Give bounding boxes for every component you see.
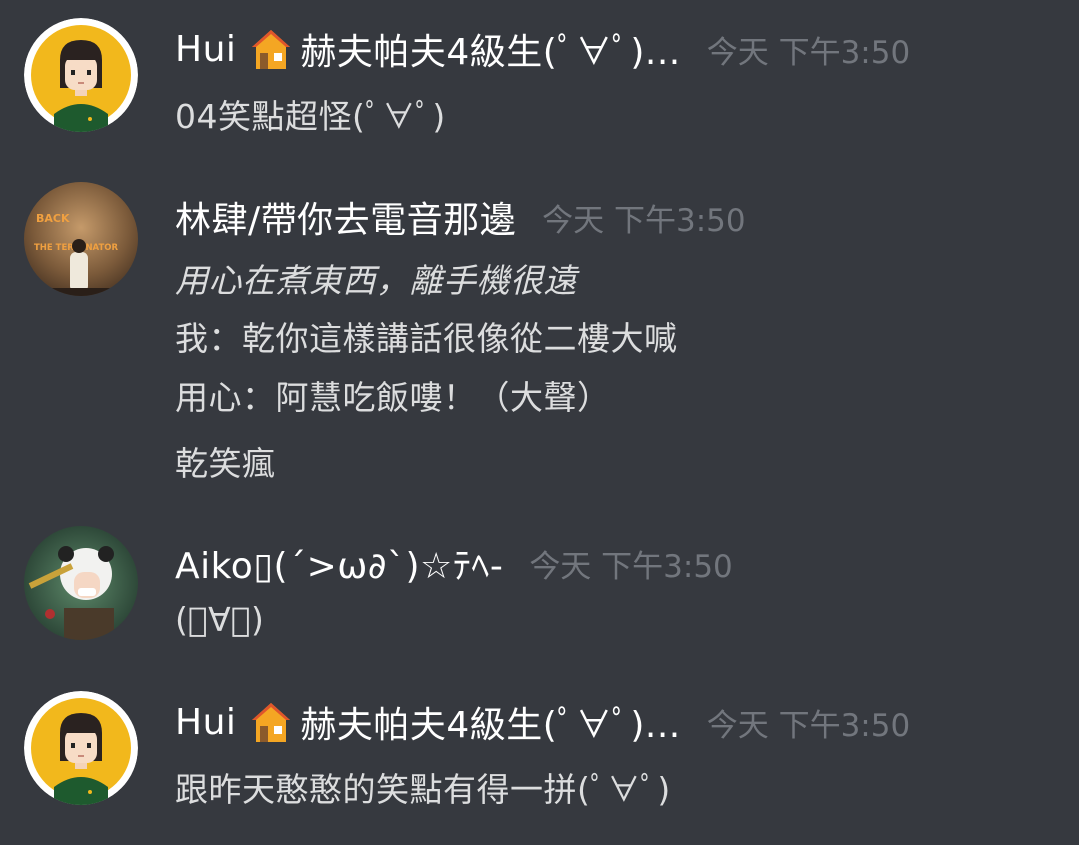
timestamp[interactable]: 今天 下午3:50 — [707, 27, 910, 72]
message-text: 用心在煮東西，離手機很遠 — [175, 261, 577, 300]
avatar[interactable]: BACK THE TERMINATOR — [24, 182, 138, 296]
username[interactable]: Hui 赫夫帕夫4級生(ﾟ∀ﾟ)... — [175, 696, 681, 748]
username-suffix: 赫夫帕夫4級生(ﾟ∀ﾟ)... — [300, 32, 681, 73]
message-text: 跟昨天憨憨的笑點有得一拼(ﾟ∀ﾟ) — [175, 770, 671, 809]
username[interactable]: 林肆/帶你去電音那邊 — [175, 191, 516, 243]
cartoon-girl-avatar-icon — [24, 18, 138, 132]
timestamp[interactable]: 今天 下午3:50 — [707, 700, 910, 745]
username-text: Hui — [175, 701, 237, 743]
house-icon — [250, 27, 292, 71]
username-suffix: 赫夫帕夫4級生(ﾟ∀ﾟ)... — [300, 705, 681, 746]
message-text: 用心：阿慧吃飯嘍！（大聲） — [175, 378, 611, 417]
username[interactable]: Hui 赫夫帕夫4級生(ﾟ∀ﾟ)... — [175, 23, 681, 75]
message-text: 04笑點超怪(ﾟ∀ﾟ) — [175, 97, 446, 136]
avatar[interactable] — [24, 691, 138, 805]
message-header: Hui 赫夫帕夫4級生(ﾟ∀ﾟ)... 今天 下午3:50 — [175, 697, 910, 747]
message-header: Hui 赫夫帕夫4級生(ﾟ∀ﾟ)... 今天 下午3:50 — [175, 24, 910, 74]
avatar[interactable] — [24, 526, 138, 640]
message-text: 我：乾你這樣講話很像從二樓大喊 — [175, 319, 678, 358]
house-icon — [250, 700, 292, 744]
timestamp[interactable]: 今天 下午3:50 — [542, 195, 745, 240]
photo-avatar-icon — [24, 526, 138, 640]
svg-text:BACK: BACK — [36, 212, 70, 225]
avatar[interactable] — [24, 18, 138, 132]
username-text: Hui — [175, 28, 237, 70]
timestamp[interactable]: 今天 下午3:50 — [529, 541, 732, 586]
message-header: Aiko▯(´>ω∂`)☆ﾃﾍ- 今天 下午3:50 — [175, 538, 733, 588]
message-text: (ﾟ∀ﾟ) — [175, 600, 265, 639]
message-header: 林肆/帶你去電音那邊 今天 下午3:50 — [175, 192, 746, 242]
message-text: 乾笑瘋 — [175, 444, 276, 483]
username[interactable]: Aiko▯(´>ω∂`)☆ﾃﾍ- — [175, 537, 503, 589]
photo-avatar-icon: BACK THE TERMINATOR — [24, 182, 138, 296]
cartoon-girl-avatar-icon — [24, 691, 138, 805]
chat-messages: Hui 赫夫帕夫4級生(ﾟ∀ﾟ)... 今天 下午3:50 04笑點超怪(ﾟ∀ﾟ… — [0, 0, 1079, 845]
